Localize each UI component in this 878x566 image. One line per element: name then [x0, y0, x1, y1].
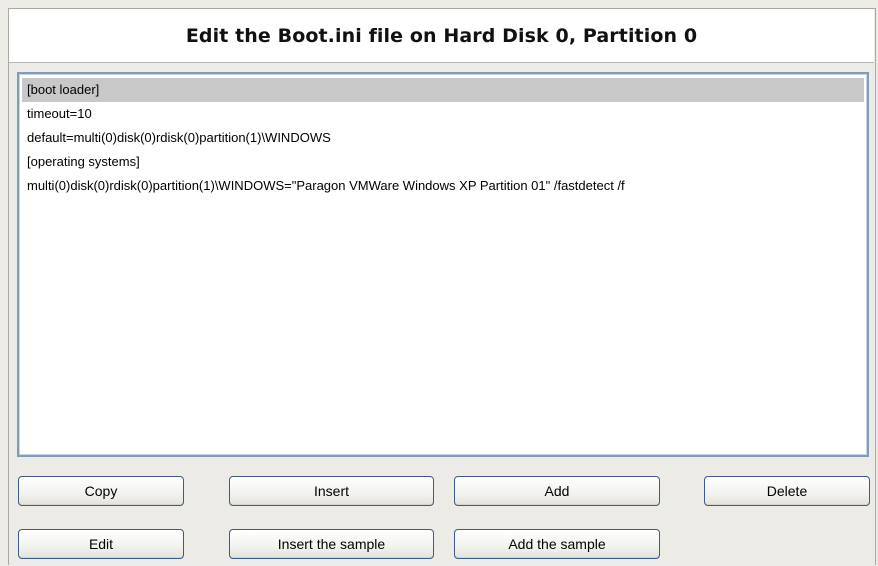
boot-ini-editor[interactable]: [boot loader] timeout=10 default=multi(0… [17, 72, 869, 457]
add-button[interactable]: Add [454, 476, 660, 506]
dialog-title: Edit the Boot.ini file on Hard Disk 0, P… [185, 24, 698, 47]
editor-line-boot-loader[interactable]: [boot loader] [22, 78, 864, 102]
editor-line-default[interactable]: default=multi(0)disk(0)rdisk(0)partition… [22, 126, 864, 150]
add-sample-button[interactable]: Add the sample [454, 529, 660, 559]
editor-line-operating-systems[interactable]: [operating systems] [22, 150, 864, 174]
edit-button[interactable]: Edit [18, 529, 184, 559]
insert-button[interactable]: Insert [229, 476, 434, 506]
dialog-header: Edit the Boot.ini file on Hard Disk 0, P… [9, 9, 874, 63]
insert-sample-button[interactable]: Insert the sample [229, 529, 434, 559]
editor-line-os-entry[interactable]: multi(0)disk(0)rdisk(0)partition(1)\WIND… [22, 174, 864, 198]
delete-button[interactable]: Delete [704, 476, 870, 506]
copy-button[interactable]: Copy [18, 476, 184, 506]
editor-line-timeout[interactable]: timeout=10 [22, 102, 864, 126]
